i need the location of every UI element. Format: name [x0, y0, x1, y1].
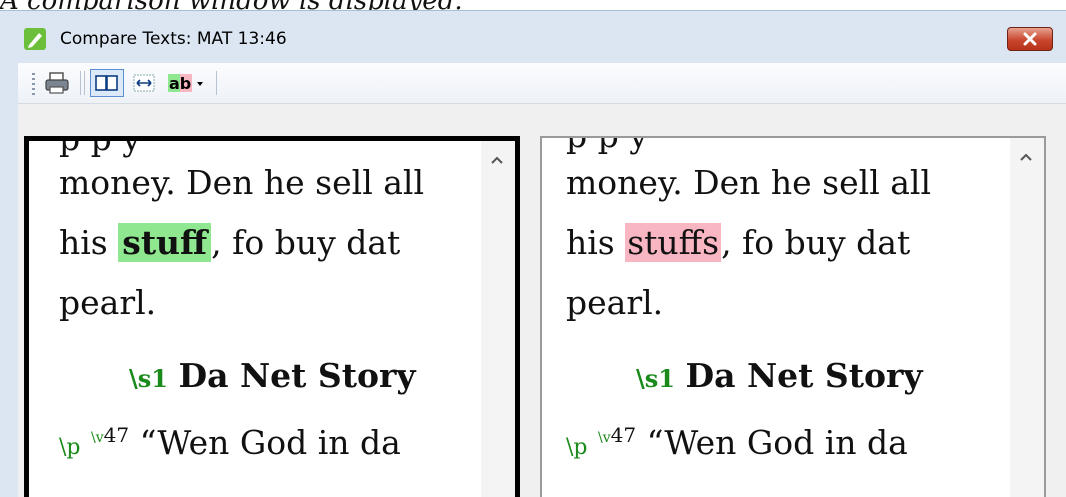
text-segment: his [59, 223, 119, 262]
section-heading: \s1 Da Net Story [129, 356, 416, 395]
text-line: his stuffs, fo buy dat [566, 223, 910, 262]
inserted-word-highlight: stuff [118, 223, 212, 262]
text-line: pearl. [566, 283, 664, 322]
section-heading: \s1 Da Net Story [636, 356, 923, 395]
verse-line: \p \v47 “Wen God in da [566, 423, 908, 462]
text-segment: , fo buy dat [721, 223, 911, 262]
verse-marker: \v [598, 430, 611, 446]
right-scrollbar[interactable] [1010, 138, 1044, 497]
cut-off-line: p p y [59, 136, 141, 158]
toolbar-separator [216, 71, 217, 95]
scroll-up-icon[interactable] [1020, 152, 1032, 162]
text-line: pearl. [59, 283, 157, 322]
window-title: Compare Texts: MAT 13:46 [60, 29, 287, 49]
toolbar: ab [18, 63, 1066, 104]
text-line: money. Den he sell all [59, 163, 425, 202]
verse-number: 47 [103, 423, 130, 447]
print-button[interactable] [42, 69, 72, 97]
left-scrollbar[interactable] [481, 141, 515, 497]
fit-width-icon [133, 74, 155, 92]
svg-text:ab: ab [169, 74, 191, 93]
caption: A comparison window is displayed. [0, 0, 463, 16]
heading-text: Da Net Story [685, 356, 923, 395]
close-button[interactable] [1007, 27, 1053, 51]
heading-text: Da Net Story [178, 356, 416, 395]
left-text-pane[interactable]: p p y money. Den he sell all his stuff, … [24, 136, 520, 497]
paragraph-marker: \p [59, 435, 81, 460]
text-segment: his [566, 223, 626, 262]
text-segment: , fo buy dat [211, 223, 401, 262]
app-icon [24, 28, 46, 50]
verse-text: “Wen God in da [139, 423, 401, 462]
deleted-word-highlight: stuffs [625, 223, 722, 262]
verse-number: 47 [610, 423, 637, 447]
scroll-up-icon[interactable] [491, 155, 503, 165]
title-bar[interactable]: Compare Texts: MAT 13:46 [0, 11, 1066, 61]
print-icon [45, 72, 69, 94]
section-marker: \s1 [129, 364, 168, 393]
section-marker: \s1 [636, 364, 675, 393]
right-text-pane[interactable]: p p y money. Den he sell all his stuffs,… [540, 136, 1046, 497]
compare-texts-window: Compare Texts: MAT 13:46 ab p p y money.… [0, 10, 1066, 497]
text-line: his stuff, fo buy dat [59, 223, 400, 262]
comparison-area: p p y money. Den he sell all his stuff, … [18, 104, 1066, 497]
cut-off-line: p p y [566, 138, 648, 155]
fit-width-button[interactable] [130, 69, 160, 97]
toolbar-grip[interactable] [32, 73, 35, 95]
paragraph-marker: \p [566, 435, 588, 460]
highlight-differences-button[interactable]: ab [166, 69, 210, 97]
toolbar-separator [80, 71, 81, 95]
close-x-icon [1023, 32, 1037, 46]
verse-line: \p \v47 “Wen God in da [59, 423, 401, 462]
side-by-side-button[interactable] [90, 69, 124, 97]
side-by-side-icon [95, 75, 118, 91]
verse-marker: \v [91, 430, 104, 446]
highlight-differences-icon: ab [168, 74, 203, 93]
toolbar-separator [84, 71, 85, 95]
text-line: money. Den he sell all [566, 163, 932, 202]
verse-text: “Wen God in da [646, 423, 908, 462]
